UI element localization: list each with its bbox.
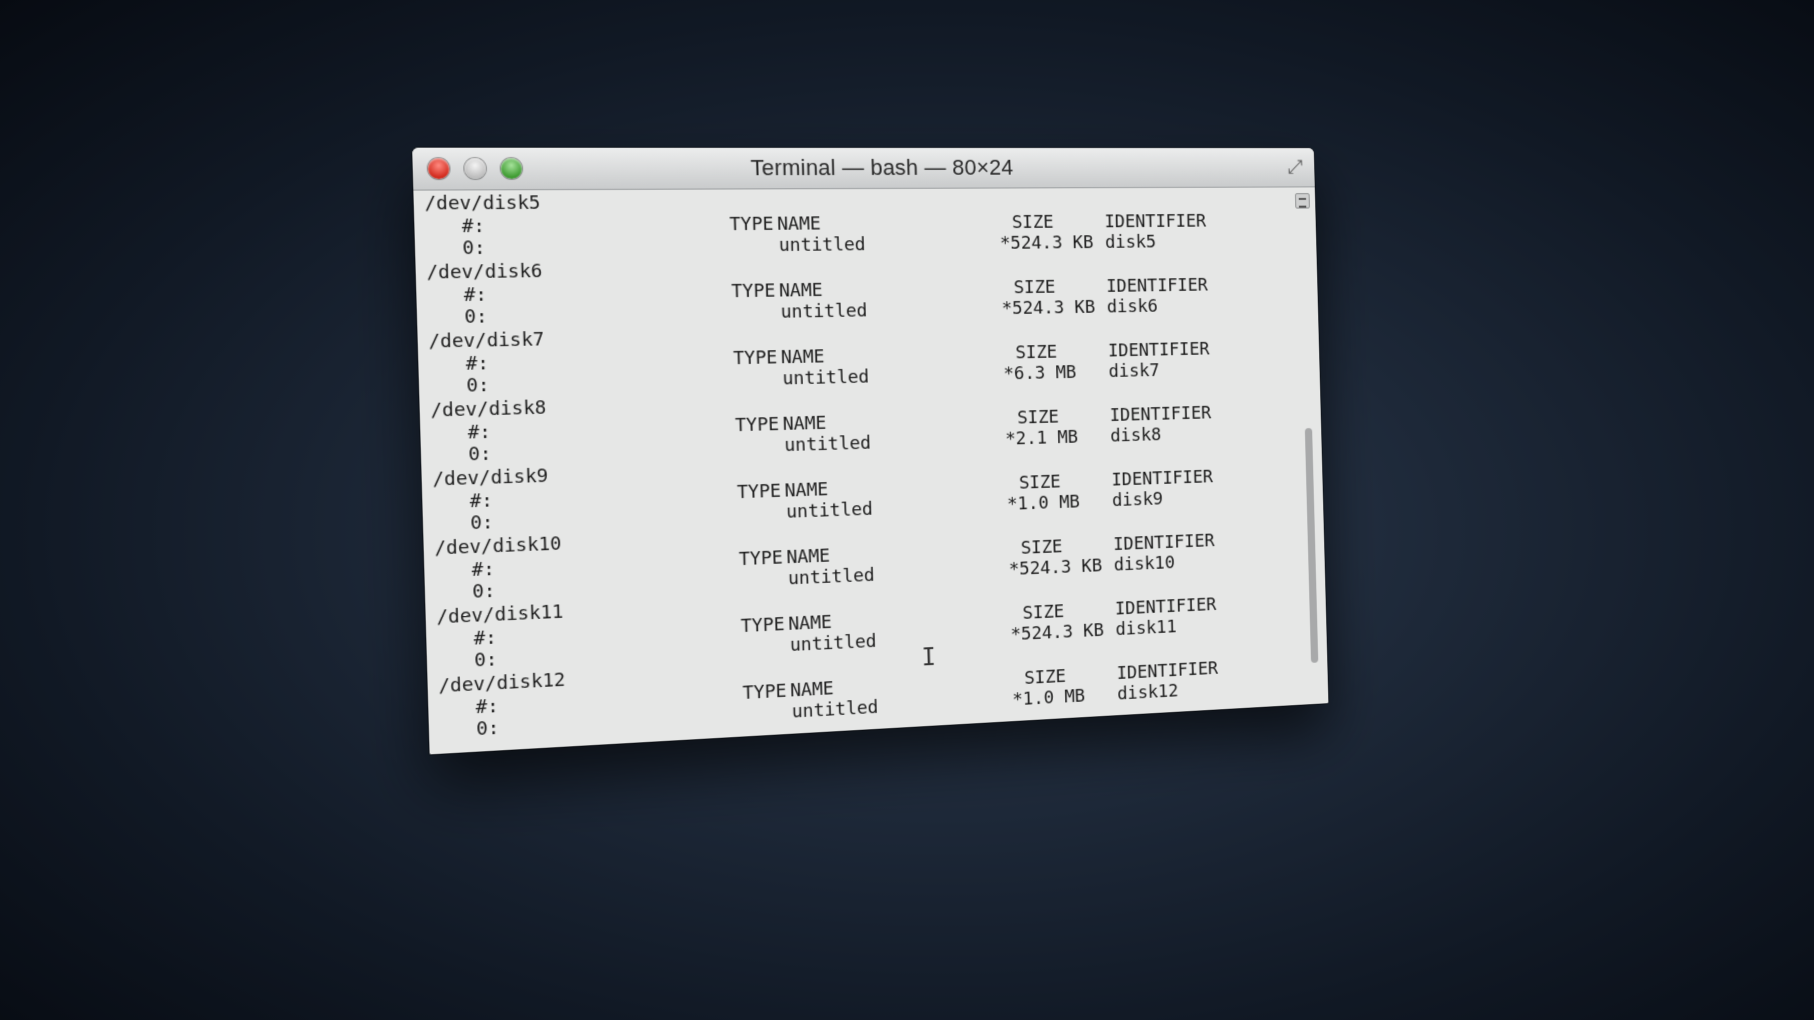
title-bar[interactable]: Terminal — bash — 80×24 ⤢ bbox=[412, 147, 1315, 191]
terminal-content[interactable]: /dev/disk5 #: 0: TYPE NAME untitled SIZE *524.3… bbox=[413, 187, 1329, 755]
partition-hash-label: #: bbox=[471, 558, 496, 582]
disk-path: /dev/disk9 bbox=[432, 465, 549, 491]
text-cursor-icon: I bbox=[921, 642, 937, 672]
disk-size: *524.3 KB bbox=[1001, 296, 1096, 320]
disk-path: /dev/disk7 bbox=[428, 328, 545, 353]
disk-size: *524.3 KB bbox=[999, 232, 1094, 254]
terminal-window: Terminal — bash — 80×24 ⤢ /dev/disk5 #: 0:… bbox=[412, 147, 1329, 755]
type-header: TYPE bbox=[740, 613, 785, 638]
disk-size: *1.0 MB bbox=[1012, 685, 1086, 711]
disk-size: *1.0 MB bbox=[1006, 491, 1081, 515]
identifier-header: IDENTIFIER bbox=[1116, 658, 1219, 684]
partition-hash-label: #: bbox=[469, 489, 494, 513]
disk-identifier: disk9 bbox=[1111, 488, 1164, 511]
partition-index: 0: bbox=[472, 580, 496, 603]
partition-index: 0: bbox=[468, 443, 492, 466]
disk-path: /dev/disk5 bbox=[424, 192, 541, 215]
identifier-header: IDENTIFIER bbox=[1111, 466, 1214, 491]
size-header: SIZE bbox=[1011, 211, 1054, 233]
size-header: SIZE bbox=[1013, 276, 1056, 299]
disk-identifier: disk10 bbox=[1113, 552, 1176, 576]
identifier-header: IDENTIFIER bbox=[1106, 274, 1209, 297]
name-header: NAME bbox=[780, 346, 825, 369]
disk-identifier: disk5 bbox=[1104, 231, 1157, 253]
partition-hash-label: #: bbox=[463, 284, 488, 307]
size-header: SIZE bbox=[1017, 406, 1060, 429]
name-header: NAME bbox=[778, 279, 823, 302]
disk-name: untitled bbox=[778, 234, 866, 257]
partition-hash-label: #: bbox=[467, 421, 492, 444]
name-header: NAME bbox=[782, 412, 827, 435]
size-header: SIZE bbox=[1022, 601, 1065, 624]
type-header: TYPE bbox=[742, 680, 787, 705]
disk-identifier: disk7 bbox=[1108, 360, 1160, 382]
name-header: NAME bbox=[789, 678, 834, 702]
window-title: Terminal — bash — 80×24 bbox=[750, 154, 1014, 181]
partition-index: 0: bbox=[475, 717, 500, 741]
disk-identifier: disk12 bbox=[1117, 680, 1179, 705]
disk-name: untitled bbox=[782, 366, 870, 390]
identifier-header: IDENTIFIER bbox=[1109, 402, 1212, 426]
type-header: TYPE bbox=[731, 280, 776, 303]
name-header: NAME bbox=[788, 611, 833, 635]
type-header: TYPE bbox=[732, 347, 778, 370]
size-header: SIZE bbox=[1015, 341, 1058, 364]
partition-hash-label: #: bbox=[465, 352, 490, 375]
disk-identifier: disk6 bbox=[1106, 296, 1159, 318]
partition-index: 0: bbox=[470, 511, 494, 535]
disk-path: /dev/disk8 bbox=[430, 397, 547, 422]
size-header: SIZE bbox=[1018, 471, 1061, 494]
disk-size: *6.3 MB bbox=[1003, 362, 1077, 385]
identifier-header: IDENTIFIER bbox=[1104, 211, 1207, 233]
disk-name: untitled bbox=[791, 696, 879, 723]
identifier-header: IDENTIFIER bbox=[1113, 530, 1215, 555]
type-header: TYPE bbox=[738, 547, 784, 571]
type-header: TYPE bbox=[734, 413, 780, 437]
type-header: TYPE bbox=[729, 213, 774, 236]
partition-index: 0: bbox=[462, 237, 486, 260]
partition-index: 0: bbox=[473, 648, 498, 672]
partition-index: 0: bbox=[464, 305, 488, 329]
name-header: NAME bbox=[786, 545, 831, 569]
fullscreen-icon[interactable]: ⤢ bbox=[1285, 157, 1306, 178]
vertical-scrollbar[interactable] bbox=[1294, 193, 1323, 698]
identifier-header: IDENTIFIER bbox=[1114, 594, 1217, 620]
name-header: NAME bbox=[776, 213, 822, 235]
disk-path: /dev/disk11 bbox=[436, 601, 564, 629]
disk-entry: /dev/disk5 #: 0: TYPE NAME untitled SIZE *524.3… bbox=[424, 187, 1280, 259]
scroll-thumb[interactable] bbox=[1304, 428, 1319, 663]
disk-path: /dev/disk10 bbox=[434, 533, 562, 560]
split-view-icon[interactable] bbox=[1294, 193, 1310, 209]
partition-index: 0: bbox=[466, 374, 490, 397]
terminal-output: /dev/disk5 #: 0: TYPE NAME untitled SIZE *524.3… bbox=[424, 187, 1292, 742]
name-header: NAME bbox=[784, 479, 829, 502]
partition-hash-label: #: bbox=[475, 695, 500, 719]
disk-name: untitled bbox=[780, 300, 868, 323]
size-header: SIZE bbox=[1024, 666, 1067, 689]
identifier-header: IDENTIFIER bbox=[1107, 338, 1210, 362]
size-header: SIZE bbox=[1020, 536, 1063, 559]
disk-size: *2.1 MB bbox=[1005, 426, 1079, 450]
type-header: TYPE bbox=[736, 480, 782, 504]
disk-path: /dev/disk12 bbox=[438, 669, 566, 698]
disk-name: untitled bbox=[784, 432, 872, 457]
partition-hash-label: #: bbox=[461, 215, 486, 238]
partition-hash-label: #: bbox=[473, 626, 498, 650]
disk-path: /dev/disk6 bbox=[426, 260, 543, 284]
disk-identifier: disk8 bbox=[1110, 424, 1162, 447]
